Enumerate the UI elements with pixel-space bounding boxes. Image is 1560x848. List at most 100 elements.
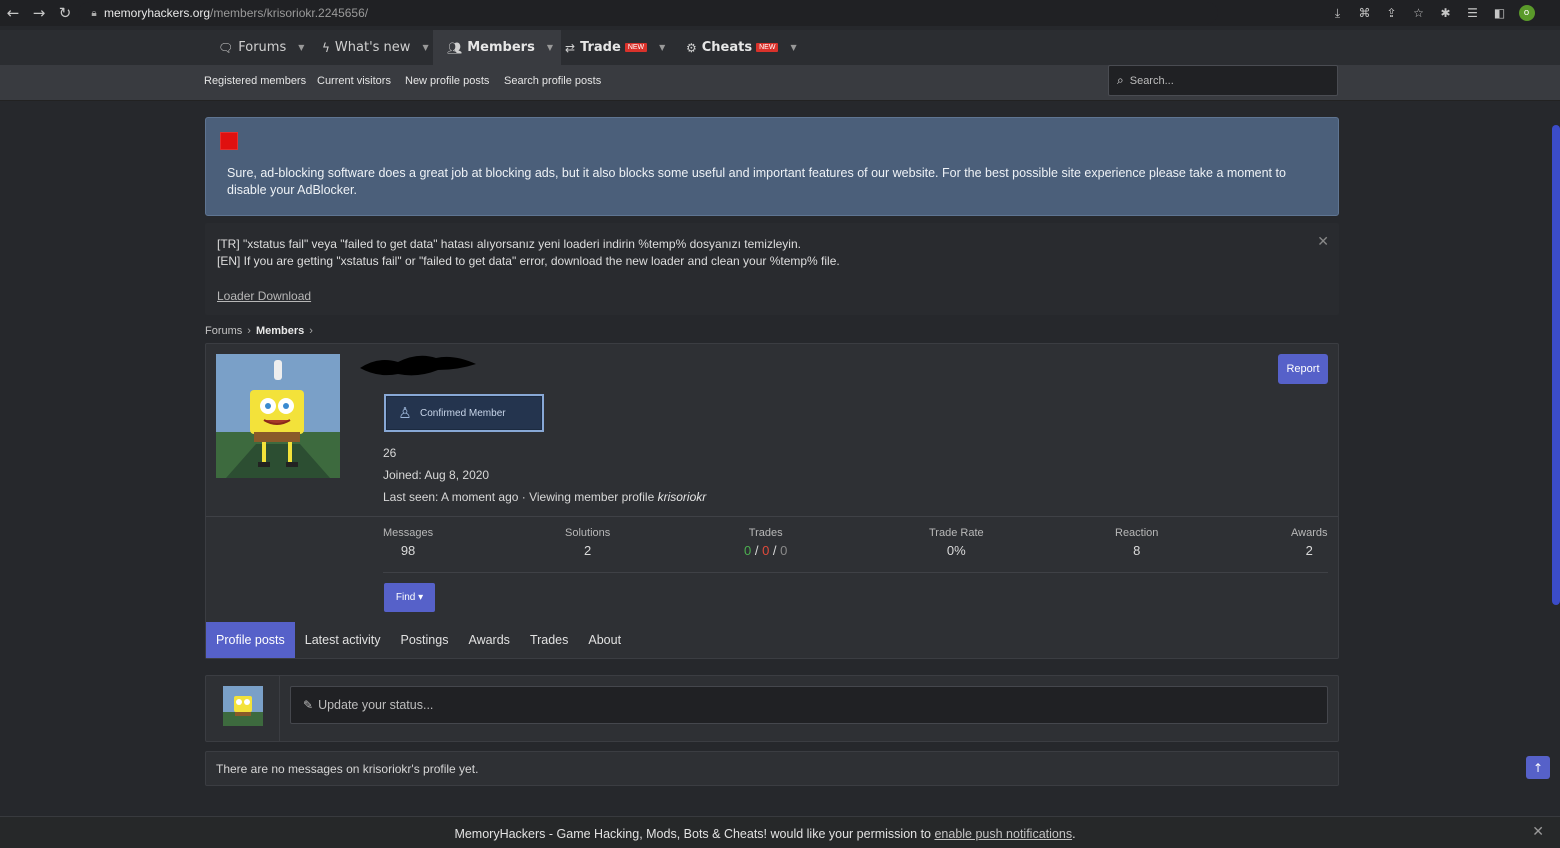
nav-tab-label: Trade	[580, 40, 621, 55]
push-notification-bar: MemoryHackers - Game Hacking, Mods, Bots…	[0, 816, 1560, 848]
subnav-new-profile-posts[interactable]: New profile posts	[405, 75, 489, 87]
url-path: /members/krisoriokr.2245656/	[210, 6, 369, 20]
divider	[279, 676, 280, 741]
report-button[interactable]: Report	[1278, 354, 1328, 384]
chevron-down-icon[interactable]: ▼	[790, 43, 796, 52]
subnav-current-visitors[interactable]: Current visitors	[317, 75, 391, 87]
status-update-box: ✎ Update your status...	[205, 675, 1339, 742]
chevron-down-icon[interactable]: ▼	[547, 43, 553, 52]
close-icon[interactable]: ✕	[1317, 234, 1329, 250]
url-host: memoryhackers.org	[104, 6, 211, 20]
stat-value: 2	[1305, 543, 1313, 558]
stat-value: 0%	[946, 543, 966, 558]
nav-tab-cheats[interactable]: ⚙︎ Cheats NEW ▼	[686, 30, 797, 65]
new-badge: NEW	[756, 43, 779, 52]
bookmark-star-icon[interactable]: ☆	[1405, 0, 1432, 26]
close-icon[interactable]: ✕	[1532, 824, 1544, 840]
redacted-username	[360, 355, 476, 376]
scrollbar[interactable]	[1552, 125, 1560, 605]
loader-download-link[interactable]: Loader Download	[217, 289, 311, 303]
profile-tabs: Profile posts Latest activity Postings A…	[206, 622, 631, 658]
status-placeholder: Update your status...	[318, 698, 434, 712]
no-messages-notice: There are no messages on krisoriokr's pr…	[205, 751, 1339, 786]
divider	[383, 572, 1328, 573]
subnav-search-profile-posts[interactable]: Search profile posts	[504, 75, 601, 87]
adblock-notice: Sure, ad-blocking software does a great …	[205, 117, 1339, 216]
nav-tab-label: Members	[467, 40, 535, 55]
avatar[interactable]	[216, 354, 340, 478]
stat-trades[interactable]: Trades 0 / 0 / 0	[744, 527, 787, 558]
side-panel-icon[interactable]: ◧	[1486, 0, 1513, 26]
chevron-right-icon: ›	[309, 325, 313, 337]
announcement-line-tr: [TR] "xstatus fail" veya "failed to get …	[217, 237, 801, 251]
breadcrumb-forums[interactable]: Forums	[205, 325, 242, 337]
nav-tab-forums[interactable]: 🗨︎ Forums ▼	[218, 30, 304, 65]
tab-trades[interactable]: Trades	[520, 622, 578, 658]
share-icon[interactable]: ⇪	[1378, 0, 1405, 26]
forward-icon[interactable]: →	[26, 0, 52, 26]
tab-profile-posts[interactable]: Profile posts	[206, 622, 295, 658]
profile-avatar-icon: o	[1518, 5, 1535, 21]
nav-tab-label: Cheats	[701, 40, 753, 55]
stat-label: Solutions	[565, 527, 611, 539]
announcement-line-en: [EN] If you are getting "xstatus fail" o…	[217, 254, 840, 268]
tab-postings[interactable]: Postings	[391, 622, 459, 658]
announcement-notice: [TR] "xstatus fail" veya "failed to get …	[205, 223, 1339, 315]
address-bar[interactable]: 🔒︎ memoryhackers.org/members/krisoriokr.…	[78, 2, 1218, 24]
reload-icon[interactable]: ↻	[52, 0, 78, 26]
tab-latest-activity[interactable]: Latest activity	[295, 622, 391, 658]
push-suffix: .	[1072, 827, 1076, 841]
browser-toolbar: ← → ↻ 🔒︎ memoryhackers.org/members/kriso…	[0, 0, 1560, 26]
reading-list-icon[interactable]: ☰	[1459, 0, 1486, 26]
confirmed-member-banner: ♙ Confirmed Member	[384, 394, 544, 432]
profile-stats: Messages 98 Solutions 2 Trades 0 / 0 / 0…	[206, 516, 1338, 573]
extensions-icon[interactable]: ✱	[1432, 0, 1459, 26]
translate-icon[interactable]: ⌘	[1351, 0, 1378, 26]
profile-last-seen: Last seen: A moment ago · Viewing member…	[383, 490, 706, 504]
scroll-to-top-button[interactable]: ↑	[1526, 756, 1550, 779]
member-badge-icon: ♙	[398, 404, 412, 422]
profile-avatar-button[interactable]: o	[1513, 0, 1540, 26]
adblock-notice-text: Sure, ad-blocking software does a great …	[227, 166, 1286, 197]
stat-reaction[interactable]: Reaction 8	[1115, 527, 1158, 558]
profile-number: 26	[383, 446, 397, 460]
stat-value: 8	[1133, 543, 1141, 558]
profile-joined: Joined: Aug 8, 2020	[383, 468, 490, 482]
enable-push-link[interactable]: enable push notifications	[934, 827, 1072, 841]
subnav-registered-members[interactable]: Registered members	[204, 75, 306, 87]
tab-awards[interactable]: Awards	[458, 622, 519, 658]
status-input[interactable]: ✎ Update your status...	[290, 686, 1328, 724]
stat-trade-rate[interactable]: Trade Rate 0%	[929, 527, 984, 558]
nav-tab-members[interactable]: 👥︎ Members ▼	[433, 30, 561, 65]
exchange-icon: ⇄	[565, 40, 576, 55]
chevron-down-icon[interactable]: ▼	[298, 43, 304, 52]
comments-icon: 🗨︎	[218, 40, 234, 55]
stat-awards[interactable]: Awards 2	[1291, 527, 1327, 558]
stat-value: 2	[584, 543, 592, 558]
stat-label: Messages	[383, 527, 434, 539]
push-text: MemoryHackers - Game Hacking, Mods, Bots…	[454, 827, 935, 841]
bolt-icon: ϟ	[322, 40, 330, 55]
stat-label: Reaction	[1115, 527, 1159, 539]
last-seen-member-name[interactable]: krisoriokr	[658, 490, 707, 504]
chevron-down-icon[interactable]: ▼	[422, 43, 428, 52]
breadcrumb-members[interactable]: Members	[256, 325, 304, 337]
lock-icon: 🔒︎	[91, 7, 97, 19]
sub-navigation: Registered members Current visitors New …	[0, 65, 1560, 101]
tab-about[interactable]: About	[578, 622, 631, 658]
stat-solutions[interactable]: Solutions 2	[565, 527, 610, 558]
last-seen-text: Last seen: A moment ago · Viewing member…	[383, 490, 658, 504]
stat-messages[interactable]: Messages 98	[383, 527, 433, 558]
nav-tab-label: Forums	[238, 40, 287, 55]
breadcrumb: Forums › Members ›	[205, 325, 318, 337]
find-button[interactable]: Find ▾	[384, 583, 435, 612]
back-icon[interactable]: ←	[0, 0, 26, 26]
stat-label: Trades	[748, 527, 783, 539]
nav-tab-whats-new[interactable]: ϟ What's new ▼	[322, 30, 429, 65]
chevron-down-icon[interactable]: ▼	[659, 43, 665, 52]
install-icon[interactable]: ⤓	[1324, 0, 1351, 26]
stat-label: Awards	[1291, 527, 1328, 539]
search-input[interactable]: ⌕ Search...	[1108, 65, 1338, 96]
nav-tab-trade[interactable]: ⇄ Trade NEW ▼	[565, 30, 665, 65]
pencil-icon: ✎	[303, 698, 314, 712]
